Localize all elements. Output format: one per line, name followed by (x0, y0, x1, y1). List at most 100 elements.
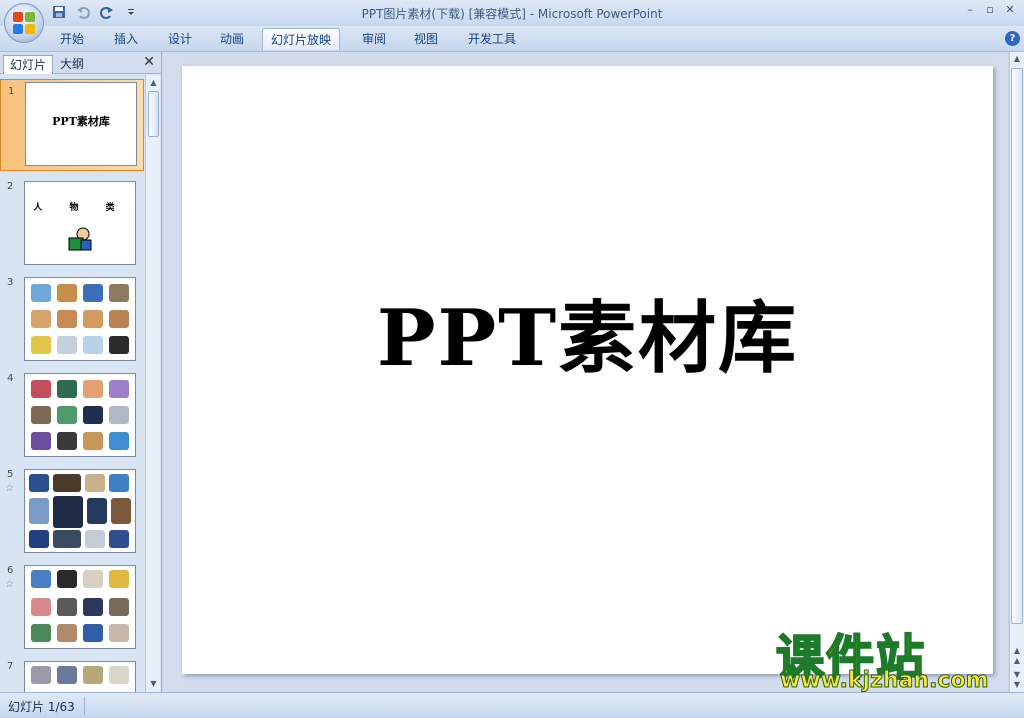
tab-developer[interactable]: 开发工具 (460, 28, 524, 50)
redo-icon[interactable] (98, 4, 116, 20)
quick-access-toolbar (50, 4, 140, 20)
clipart-icon (109, 570, 129, 588)
slide-thumbnails: 1 PPT素材库 2 人 物 类 3 4 5 ☆ 6 ☆ 7 (0, 75, 144, 692)
clipart-icon (57, 432, 77, 450)
slide-number: 1 (8, 86, 15, 97)
clipart-icon (83, 284, 103, 302)
title-bar: PPT图片素材(下载) [兼容模式] - Microsoft PowerPoin… (0, 0, 1024, 26)
clipart-icon (31, 570, 51, 588)
slide-number: 3 (7, 277, 14, 288)
clipart-icon (57, 666, 77, 684)
clipart-icon (83, 310, 103, 328)
slide-preview (24, 373, 136, 457)
scroll-up-icon[interactable]: ▲ (1011, 54, 1023, 63)
tab-view[interactable]: 视图 (406, 28, 446, 50)
slide-preview (24, 469, 136, 553)
next-slide-icon[interactable]: ▼ (1011, 680, 1023, 689)
slide-thumbnail-6[interactable]: 6 ☆ (0, 559, 144, 651)
clipart-icon (83, 432, 103, 450)
close-icon[interactable]: ✕ (143, 54, 155, 70)
clipart-icon (57, 336, 77, 354)
clipart-icon (57, 624, 77, 642)
clipart-icon (83, 598, 103, 616)
clipart-icon (57, 284, 77, 302)
previous-slide-icon[interactable]: ▲ (1011, 656, 1023, 665)
slide-number: 7 (7, 661, 14, 672)
slide-preview-title: PPT素材库 (52, 115, 110, 128)
clipart-icon (83, 666, 103, 684)
clipart-icon (109, 336, 129, 354)
undo-icon[interactable] (74, 4, 92, 20)
tab-design[interactable]: 设计 (160, 28, 200, 50)
clipart-icon (83, 380, 103, 398)
office-logo-icon (13, 12, 35, 34)
clipart-icon (31, 624, 51, 642)
next-slide-icon[interactable]: ▼ (1011, 670, 1023, 679)
slide-thumbnail-7[interactable]: 7 (0, 655, 144, 692)
slide-thumbnail-2[interactable]: 2 人 物 类 (0, 175, 144, 267)
clipart-icon (85, 530, 105, 548)
office-button[interactable] (4, 3, 44, 43)
tab-review[interactable]: 审阅 (354, 28, 394, 50)
tab-home[interactable]: 开始 (52, 28, 92, 50)
close-icon[interactable]: ✕ (1002, 2, 1018, 18)
tab-slideshow[interactable]: 幻灯片放映 (262, 28, 341, 50)
minimize-icon[interactable]: – (962, 2, 978, 18)
clipart-icon (29, 530, 49, 548)
customize-icon[interactable] (122, 4, 140, 20)
clipart-icon (53, 496, 83, 528)
slide-scrollbar[interactable]: ▲ ▲ ▲ ▼ ▼ (1009, 52, 1024, 692)
clipart-icon (31, 310, 51, 328)
current-slide[interactable]: PPT素材库 (182, 66, 993, 674)
tab-animations[interactable]: 动画 (212, 28, 252, 50)
scroll-up-icon[interactable]: ▲ (147, 76, 160, 89)
tab-slides[interactable]: 幻灯片 (3, 55, 54, 74)
clipart-icon (83, 570, 103, 588)
clipart-icon (109, 284, 129, 302)
clipart-icon (83, 406, 103, 424)
panel-tabs: 幻灯片 大纲 ✕ (0, 52, 161, 74)
slide-preview-title: 人 物 类 (33, 203, 127, 213)
slide-thumbnail-5[interactable]: 5 ☆ (0, 463, 144, 555)
clipart-icon (57, 380, 77, 398)
clipart-icon (109, 598, 129, 616)
clipart-icon (29, 474, 49, 492)
thumbnails-scrollbar[interactable]: ▲ ▼ (145, 75, 160, 692)
slide-title[interactable]: PPT素材库 (182, 276, 993, 388)
scrollbar-thumb[interactable] (148, 91, 159, 137)
slide-preview: 人 物 类 (24, 181, 136, 265)
watermark-url: www.kjzhan.com (780, 668, 990, 694)
clipart-icon (109, 530, 129, 548)
slide-thumbnail-1[interactable]: 1 PPT素材库 (0, 79, 144, 171)
clipart-icon (109, 310, 129, 328)
clipart-icon (57, 598, 77, 616)
clipart-icon (57, 310, 77, 328)
person-clipart-icon (68, 227, 92, 251)
clipart-icon (109, 474, 129, 492)
slide-thumbnail-3[interactable]: 3 (0, 271, 144, 363)
clipart-icon (109, 380, 129, 398)
save-icon[interactable] (50, 4, 68, 20)
clipart-icon (31, 666, 51, 684)
scrollbar-thumb[interactable] (1011, 68, 1023, 624)
tab-insert[interactable]: 插入 (106, 28, 146, 50)
clipart-icon (31, 284, 51, 302)
window-controls: – ▫ ✕ (962, 2, 1018, 18)
scroll-down-icon[interactable]: ▼ (147, 677, 160, 690)
previous-slide-icon[interactable]: ▲ (1011, 646, 1023, 655)
clipart-icon (109, 432, 129, 450)
slide-thumbnail-4[interactable]: 4 (0, 367, 144, 459)
clipart-icon (53, 474, 81, 492)
slide-number: 2 (7, 181, 14, 192)
clipart-icon (31, 406, 51, 424)
clipart-icon (31, 336, 51, 354)
animation-star-icon: ☆ (5, 483, 14, 494)
animation-star-icon: ☆ (5, 579, 14, 590)
restore-icon[interactable]: ▫ (982, 2, 998, 18)
tab-outline[interactable]: 大纲 (54, 55, 90, 74)
clipart-icon (31, 432, 51, 450)
clipart-icon (53, 530, 81, 548)
slide-counter: 幻灯片 1/63 (8, 700, 75, 714)
help-icon[interactable]: ? (1005, 31, 1020, 46)
clipart-icon (31, 380, 51, 398)
